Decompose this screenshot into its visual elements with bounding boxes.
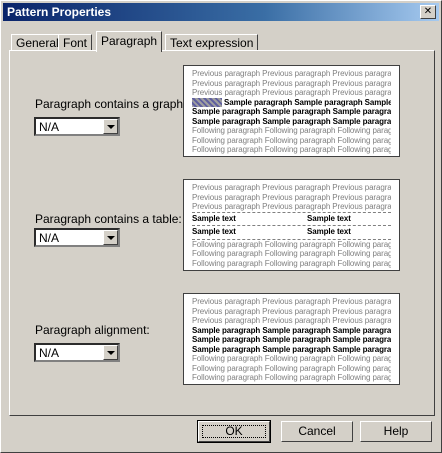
tab-text-expression[interactable]: Text expression [165, 34, 259, 51]
graphic-label: Paragraph contains a graphic: [35, 97, 196, 111]
cancel-button[interactable]: Cancel [281, 421, 353, 442]
preview-previous-text: Previous paragraph Previous paragraph Pr… [192, 306, 391, 316]
table-cell: Sample text [192, 213, 236, 223]
preview-previous-text: Previous paragraph Previous paragraph Pr… [192, 297, 391, 306]
table-cell: Sample text [307, 226, 351, 236]
alignment-select-value: N/A [39, 346, 60, 360]
title-bar[interactable]: Pattern Properties ✕ [3, 3, 439, 21]
sample-table: Sample text Sample text Sample text Samp… [192, 211, 391, 240]
ok-button[interactable]: OK [197, 420, 271, 443]
alignment-label: Paragraph alignment: [35, 323, 150, 337]
graphic-select-value: N/A [39, 120, 60, 134]
close-icon[interactable]: ✕ [420, 5, 436, 19]
preview-following-text: Following paragraph Following paragraph … [192, 239, 391, 249]
preview-sample-text: Sample paragraph Sample paragraph Sample… [192, 325, 391, 335]
table-cell: Sample text [307, 213, 351, 223]
tab-panel-paragraph: Paragraph contains a graphic: N/A Previo… [9, 50, 435, 416]
preview-sample-text: Sample paragraph Sample paragraph Sample… [192, 344, 391, 354]
preview-previous-text: Previous paragraph Previous paragraph Pr… [192, 316, 391, 325]
alignment-select[interactable]: N/A [34, 343, 120, 362]
table-select[interactable]: N/A [34, 228, 120, 247]
preview-following-text: Following paragraph Following paragraph … [192, 145, 391, 154]
table-select-value: N/A [39, 231, 60, 245]
preview-sample-text: Sample paragraph Sample paragraph Sample… [192, 107, 391, 116]
chevron-down-icon[interactable] [103, 230, 118, 245]
preview-previous-text: Previous paragraph Previous paragraph Pr… [192, 69, 391, 78]
tab-general[interactable]: General [11, 34, 64, 51]
preview-sample-text: Sample paragraph Sample paragraph Sample… [224, 97, 391, 107]
preview-following-text: Following paragraph Following paragraph … [192, 126, 391, 135]
preview-previous-text: Previous paragraph Previous paragraph Pr… [192, 192, 391, 202]
preview-previous-text: Previous paragraph Previous paragraph Pr… [192, 202, 391, 211]
help-button[interactable]: Help [360, 421, 432, 442]
preview-previous-text: Previous paragraph Previous paragraph Pr… [192, 88, 391, 97]
tab-font[interactable]: Font [58, 34, 93, 51]
preview-sample-text: Sample paragraph Sample paragraph Sample… [192, 116, 391, 126]
graphic-select[interactable]: N/A [34, 117, 120, 136]
preview-previous-text: Previous paragraph Previous paragraph Pr… [192, 183, 391, 192]
tab-paragraph[interactable]: Paragraph [96, 31, 163, 52]
window-title: Pattern Properties [7, 5, 112, 19]
dialog-window: Pattern Properties ✕ General Font Paragr… [0, 0, 442, 453]
chevron-down-icon[interactable] [103, 345, 118, 360]
table-label: Paragraph contains a table: [35, 212, 182, 226]
preview-following-text: Following paragraph Following paragraph … [192, 258, 391, 268]
table-preview: Previous paragraph Previous paragraph Pr… [183, 179, 400, 271]
graphic-preview: Previous paragraph Previous paragraph Pr… [183, 65, 400, 157]
preview-following-text: Following paragraph Following paragraph … [192, 354, 391, 363]
chevron-down-icon[interactable] [103, 119, 118, 134]
preview-following-text: Following paragraph Following paragraph … [192, 135, 391, 145]
preview-following-text: Following paragraph Following paragraph … [192, 373, 391, 382]
graphic-placeholder-icon [192, 97, 222, 107]
table-cell: Sample text [192, 226, 236, 236]
alignment-preview: Previous paragraph Previous paragraph Pr… [183, 293, 400, 385]
preview-following-text: Following paragraph Following paragraph … [192, 363, 391, 373]
preview-previous-text: Previous paragraph Previous paragraph Pr… [192, 78, 391, 88]
preview-following-text: Following paragraph Following paragraph … [192, 249, 391, 258]
preview-sample-text: Sample paragraph Sample paragraph Sample… [192, 335, 391, 344]
